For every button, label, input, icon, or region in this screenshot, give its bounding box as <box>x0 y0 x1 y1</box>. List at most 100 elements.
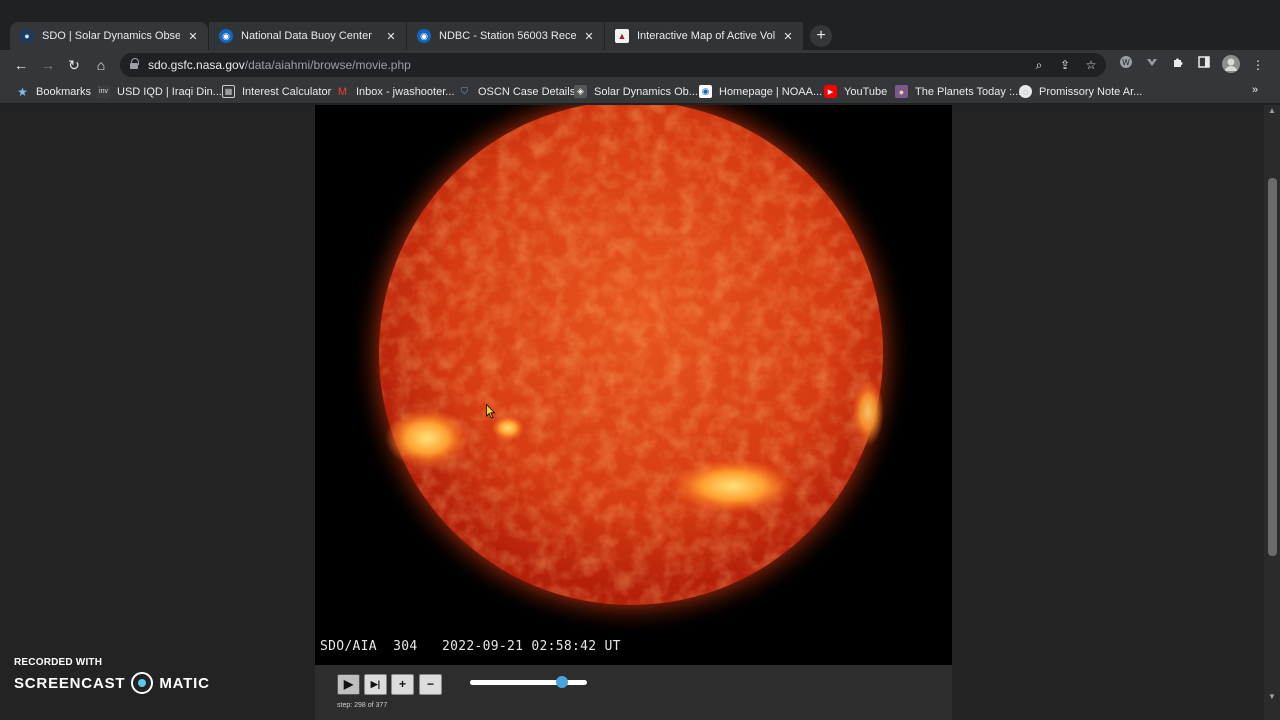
sdo-icon: ◈ <box>574 85 587 98</box>
search-icon[interactable]: ⌕ <box>1030 56 1048 74</box>
side-panel-icon[interactable] <box>1194 55 1214 75</box>
bookmark-label: USD IQD | Iraqi Din... <box>117 85 222 98</box>
noaa-icon: ◉ <box>417 29 431 43</box>
slow-down-button[interactable]: − <box>419 674 442 695</box>
puzzle-icon[interactable] <box>1168 55 1188 75</box>
close-icon[interactable]: ✕ <box>781 30 795 43</box>
bookmark-planets-today[interactable]: ● The Planets Today :... <box>895 85 1021 98</box>
speed-up-button[interactable]: + <box>391 674 414 695</box>
caption-timestamp: 2022-09-21 02:58:42 UT <box>441 639 621 654</box>
tab-strip: ● SDO | Solar Dynamics Observato ✕ ◉ Nat… <box>0 0 1280 50</box>
tab-title: SDO | Solar Dynamics Observato <box>42 30 180 42</box>
bookmark-youtube[interactable]: ▶ YouTube <box>824 85 887 98</box>
planets-icon: ● <box>895 85 908 98</box>
bookmark-label: The Planets Today :... <box>915 85 1022 98</box>
close-icon[interactable]: ✕ <box>384 30 398 43</box>
oscn-icon: ⛉ <box>461 86 468 96</box>
mouse-cursor-icon <box>486 404 496 419</box>
tab-title: NDBC - Station 56003 Recent Da <box>439 30 576 42</box>
noaa-icon: ◉ <box>699 85 712 98</box>
bookmark-label: Inbox - jwashooter... <box>356 85 455 98</box>
share-icon[interactable]: ⇪ <box>1056 56 1074 74</box>
extension-icon[interactable] <box>1142 55 1162 75</box>
reload-icon[interactable]: ↻ <box>63 54 85 76</box>
url-text[interactable]: sdo.gsfc.nasa.gov/data/aiahmi/browse/mov… <box>148 58 411 72</box>
close-icon[interactable]: ✕ <box>582 30 596 43</box>
bookmark-solar-dynamics[interactable]: ◈ Solar Dynamics Ob... <box>574 85 698 98</box>
step-forward-button[interactable]: ▶| <box>364 674 387 695</box>
bookmark-usd-iqd[interactable]: inv USD IQD | Iraqi Din... <box>97 85 222 98</box>
screencast-watermark: RECORDED WITH SCREENCAST MATIC <box>14 657 210 694</box>
svg-text:W: W <box>1122 58 1130 67</box>
bookmark-label: Promissory Note Ar... <box>1039 85 1143 98</box>
bookmarks-bar: ★ Bookmarks inv USD IQD | Iraqi Din... ▦… <box>0 80 1280 104</box>
active-region-small <box>492 416 524 440</box>
record-icon <box>131 672 154 694</box>
active-region-east <box>671 459 795 513</box>
tab-sdo[interactable]: ● SDO | Solar Dynamics Observato ✕ <box>10 22 208 50</box>
sdo-globe-icon: ● <box>20 29 34 43</box>
step-counter: step: 298 of 377 <box>337 702 388 709</box>
caption-instrument: SDO/AIA <box>320 639 377 654</box>
scroll-up-arrow-icon[interactable]: ▲ <box>1264 105 1280 117</box>
scroll-thumb[interactable] <box>1268 178 1277 556</box>
star-icon: ★ <box>17 84 28 99</box>
volcano-map-icon: ▲ <box>615 29 629 43</box>
bookmark-inbox[interactable]: M Inbox - jwashooter... <box>336 85 455 98</box>
back-arrow-icon[interactable]: ← <box>10 54 32 76</box>
avatar[interactable] <box>1221 55 1241 75</box>
bookmark-label: Solar Dynamics Ob... <box>594 85 698 98</box>
frame-slider[interactable] <box>470 676 587 688</box>
tab-national-data-buoy-center[interactable]: ◉ National Data Buoy Center ✕ <box>209 22 406 50</box>
browser-window: ● SDO | Solar Dynamics Observato ✕ ◉ Nat… <box>0 0 1280 720</box>
watermark-left: SCREENCAST <box>14 674 126 692</box>
bookmark-label: Homepage | NOAA... <box>719 85 823 98</box>
bookmark-label: OSCN Case Details <box>478 85 576 98</box>
inv-icon: inv <box>97 85 110 98</box>
movie-controls: ▶ ▶| + − step: 298 of 377 <box>315 665 952 720</box>
home-icon[interactable]: ⌂ <box>90 54 112 76</box>
slider-fill <box>470 680 563 685</box>
bookmark-bookmarks[interactable]: ★ Bookmarks <box>16 84 92 99</box>
forward-arrow-icon[interactable]: → <box>37 54 59 76</box>
gmail-icon: M <box>337 85 348 98</box>
calculator-icon: ▦ <box>222 85 235 98</box>
watermark-top: RECORDED WITH <box>14 657 103 668</box>
bookmark-interest-calculator[interactable]: ▦ Interest Calculator <box>222 85 331 98</box>
noaa-icon: ◉ <box>219 29 233 43</box>
url-domain: sdo.gsfc.nasa.gov <box>148 58 245 72</box>
youtube-icon: ▶ <box>824 85 837 98</box>
sun-granulation <box>379 105 883 605</box>
extension-w-icon[interactable]: W <box>1116 55 1136 75</box>
sdo-movie-frame: SDO/AIA 304 2022-09-21 02:58:42 UT <box>315 105 952 665</box>
lock-icon[interactable] <box>130 58 139 69</box>
bookmark-label: Bookmarks <box>36 85 92 98</box>
caption-wavelength: 304 <box>393 639 418 654</box>
tab-ndbc-station[interactable]: ◉ NDBC - Station 56003 Recent Da ✕ <box>407 22 604 50</box>
vertical-scrollbar[interactable]: ▲ ▼ <box>1264 105 1280 720</box>
tab-title: National Data Buoy Center <box>241 30 372 42</box>
slider-thumb[interactable] <box>556 676 569 688</box>
sun-image <box>349 105 913 635</box>
chevron-right-double-icon[interactable]: » <box>1252 84 1258 96</box>
new-tab-button[interactable]: + <box>810 25 832 47</box>
menu-kebab-icon[interactable]: ⋮ <box>1248 55 1268 75</box>
bookmark-promissory-note[interactable]: ◌ Promissory Note Ar... <box>1019 85 1142 98</box>
scroll-down-arrow-icon[interactable]: ▼ <box>1264 691 1280 703</box>
bookmark-oscn[interactable]: ⛉ OSCN Case Details <box>458 85 575 98</box>
bookmark-star-icon[interactable]: ☆ <box>1082 56 1100 74</box>
doc-icon: ◌ <box>1019 85 1032 98</box>
url-path: /data/aiahmi/browse/movie.php <box>244 58 411 72</box>
play-button[interactable]: ▶ <box>337 674 360 695</box>
tab-title: Interactive Map of Active Volcan <box>637 30 775 42</box>
bookmark-noaa[interactable]: ◉ Homepage | NOAA... <box>699 85 822 98</box>
bookmark-label: YouTube <box>844 85 888 98</box>
close-icon[interactable]: ✕ <box>186 30 200 43</box>
tab-volcano-map[interactable]: ▲ Interactive Map of Active Volcan ✕ <box>605 22 803 50</box>
toolbar: ← → ↻ ⌂ sdo.gsfc.nasa.gov/data/aiahmi/br… <box>0 50 1280 80</box>
frame-caption: SDO/AIA 304 2022-09-21 02:58:42 UT <box>320 639 621 654</box>
bookmark-label: Interest Calculator <box>242 85 332 98</box>
page-viewport: SDO/AIA 304 2022-09-21 02:58:42 UT ▶ ▶| … <box>0 105 1264 720</box>
address-bar[interactable]: sdo.gsfc.nasa.gov/data/aiahmi/browse/mov… <box>120 53 1106 77</box>
watermark-right: MATIC <box>159 674 210 692</box>
